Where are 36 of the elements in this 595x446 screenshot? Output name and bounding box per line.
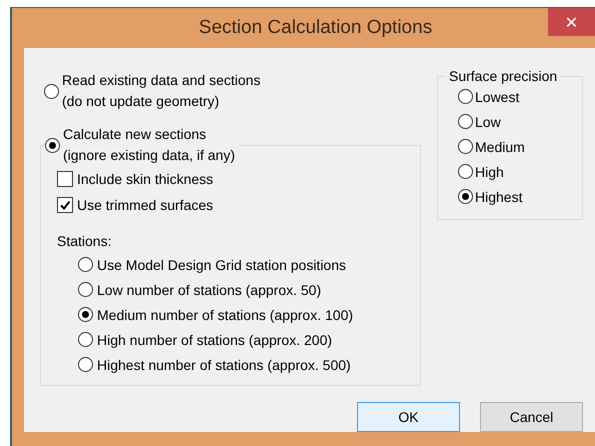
radio-button[interactable] [44,84,59,98]
ok-button[interactable]: OK [357,402,460,432]
option-label: Medium [475,138,525,154]
group-title: Surface precision [448,68,558,84]
radio-button[interactable] [78,357,93,372]
checkbox[interactable] [57,197,73,213]
radio-button[interactable] [78,282,93,297]
option-label: (do not update geometry) [62,92,220,111]
option-label: High [475,164,504,180]
option-label: High number of stations (approx. 200) [97,332,332,348]
option-label: (ignore existing data, if any) [63,146,235,165]
option-label: Low [475,114,501,130]
option-label: Use trimmed surfaces [77,197,214,213]
radio-button[interactable] [45,138,60,152]
window-title: Section Calculation Options [198,17,432,39]
radio-button[interactable] [458,164,473,179]
radio-button[interactable] [78,307,93,322]
option-label: Use Model Design Grid station positions [97,256,346,272]
radio-button[interactable] [458,114,473,129]
radio-button[interactable] [78,257,93,272]
radio-button[interactable] [458,139,473,154]
radio-button[interactable] [458,89,473,104]
option-label: Highest number of stations (approx. 500) [97,356,351,372]
option-label: Highest [475,188,522,204]
close-button[interactable]: ✕ [548,8,595,36]
cancel-button[interactable]: Cancel [480,402,583,432]
option-label: Medium number of stations (approx. 100) [97,306,354,322]
option-label: Calculate new sections [63,125,208,144]
section-label: Stations: [57,232,112,251]
option-label: Include skin thickness [77,171,214,187]
option-label: Low number of stations (approx. 50) [97,282,322,298]
checkbox[interactable] [57,171,73,187]
option-label: Read existing data and sections [62,71,260,90]
option-label: Lowest [475,88,520,104]
radio-button[interactable] [78,332,93,347]
radio-button[interactable] [458,189,473,204]
